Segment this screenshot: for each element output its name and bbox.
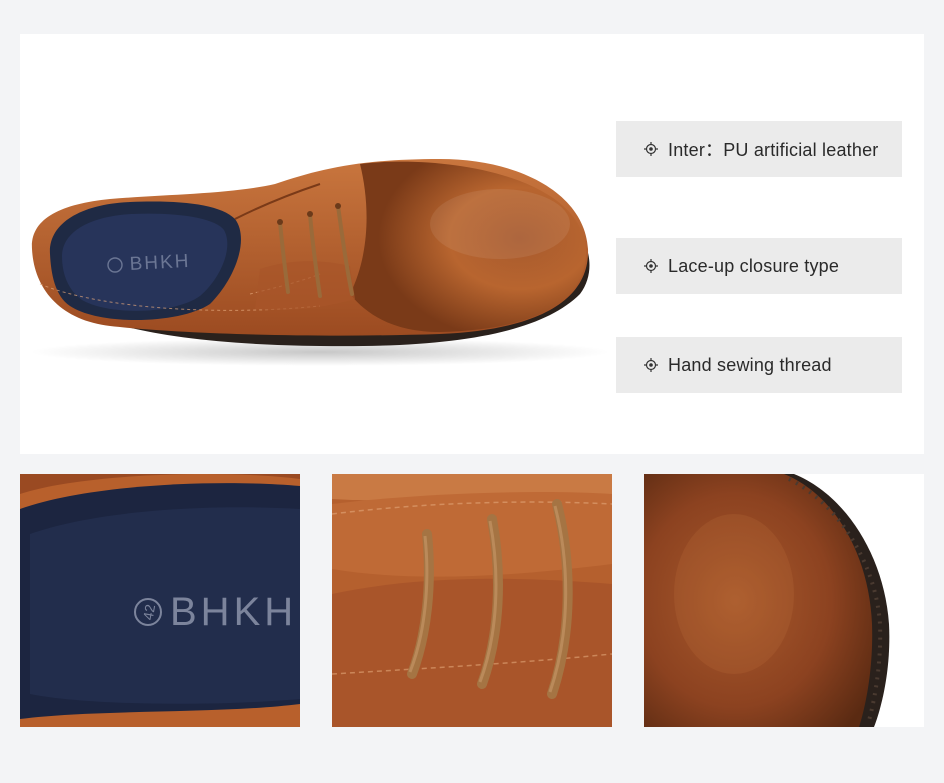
feature-label: Hand sewing thread xyxy=(668,354,832,375)
insole-brand-text: BHKH xyxy=(170,590,297,634)
detail-toe-image xyxy=(644,474,924,727)
feature-closure-type: Lace-up closure type xyxy=(616,238,902,294)
feature-inter-material: Inter：PU artificial leather xyxy=(616,121,902,177)
detail-laces-image xyxy=(332,474,612,727)
feature-label: Lace-up closure type xyxy=(668,255,840,276)
crosshair-bullet-icon xyxy=(644,358,658,372)
feature-sewing: Hand sewing thread xyxy=(616,337,902,393)
crosshair-bullet-icon xyxy=(644,142,658,156)
insole-brand-text: BHKH xyxy=(129,251,191,275)
insole-size-text: 42 xyxy=(140,603,158,621)
feature-label: Inter：PU artificial leather xyxy=(668,140,879,160)
crosshair-bullet-icon xyxy=(644,259,658,273)
hero-panel: BHKH Inter：PU artificial leather Lace-up… xyxy=(20,34,924,454)
detail-insole-image: 42 BHKH xyxy=(20,474,300,727)
